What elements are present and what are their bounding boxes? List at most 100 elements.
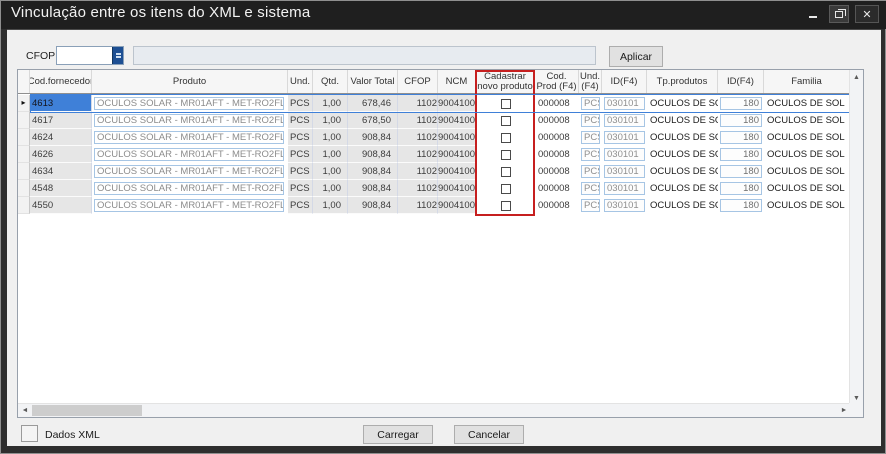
restore-button[interactable] xyxy=(829,5,849,23)
cell-qtd[interactable]: 1,00 xyxy=(313,163,348,180)
table-row[interactable]: 4548 OCULOS SOLAR - MR01AFT - MET-RO2FLA… xyxy=(18,180,850,197)
horizontal-scrollbar[interactable]: ◄ ► xyxy=(18,403,851,417)
cadastrar-checkbox[interactable] xyxy=(501,116,511,126)
cell-id-f4[interactable]: 030101 xyxy=(602,112,647,129)
cell-ncm[interactable]: 90041000 xyxy=(438,95,476,112)
cell-cod-prod-f4[interactable]: 000008 xyxy=(535,112,579,129)
table-row[interactable]: ▸ 4613 OCULOS SOLAR - MR01AFT - MET-RO2F… xyxy=(18,95,850,112)
cell-valor-total[interactable]: 908,84 xyxy=(348,197,398,214)
scroll-up-icon[interactable]: ▲ xyxy=(850,70,863,84)
cell-tp-produtos[interactable]: OCULOS DE SOL xyxy=(647,180,718,197)
cell-und[interactable]: PCS xyxy=(288,180,313,197)
cell-und[interactable]: PCS xyxy=(288,129,313,146)
cell-cod-prod-f4[interactable]: 000008 xyxy=(535,129,579,146)
cancelar-button[interactable]: Cancelar xyxy=(454,425,524,444)
cell-produto[interactable]: OCULOS SOLAR - MR01AFT - MET-RO2FLAT-BLA… xyxy=(92,95,288,112)
vertical-scrollbar[interactable]: ▲ ▼ xyxy=(849,70,863,405)
cell-cod-fornecedor[interactable]: 4613 xyxy=(30,95,92,112)
table-row[interactable]: 4617 OCULOS SOLAR - MR01AFT - MET-RO2FLA… xyxy=(18,112,850,129)
cell-qtd[interactable]: 1,00 xyxy=(313,146,348,163)
cell-cod-fornecedor[interactable]: 4548 xyxy=(30,180,92,197)
cell-familia[interactable]: OCULOS DE SOL xyxy=(764,180,850,197)
cell-und-f4[interactable]: PCS xyxy=(579,129,602,146)
cell-und-f4[interactable]: PCS xyxy=(579,146,602,163)
cell-cfop[interactable]: 1102 xyxy=(398,197,438,214)
cell-tp-produtos[interactable]: OCULOS DE SOL xyxy=(647,95,718,112)
cell-und-f4[interactable]: PCS xyxy=(579,95,602,112)
cell-produto[interactable]: OCULOS SOLAR - MR01AFT - MET-RO2FLAT-BLA… xyxy=(92,112,288,129)
cell-produto[interactable]: OCULOS SOLAR - MR01AFT - MET-RO2FLAT-BLA… xyxy=(92,163,288,180)
cell-id-f4[interactable]: 030101 xyxy=(602,163,647,180)
cell-familia[interactable]: OCULOS DE SOL xyxy=(764,112,850,129)
cell-valor-total[interactable]: 678,50 xyxy=(348,112,398,129)
cell-valor-total[interactable]: 908,84 xyxy=(348,180,398,197)
cadastrar-checkbox[interactable] xyxy=(501,99,511,109)
cell-produto[interactable]: OCULOS SOLAR - MR01AFT - MET-RO2FLAT-BLA… xyxy=(92,129,288,146)
horizontal-scroll-thumb[interactable] xyxy=(32,405,142,416)
cell-cod-prod-f4[interactable]: 000008 xyxy=(535,197,579,214)
cell-und[interactable]: PCS xyxy=(288,197,313,214)
cell-cfop[interactable]: 1102 xyxy=(398,112,438,129)
cadastrar-checkbox[interactable] xyxy=(501,184,511,194)
cell-qtd[interactable]: 1,00 xyxy=(313,129,348,146)
cell-id2-f4[interactable]: 180 xyxy=(718,146,764,163)
aplicar-button[interactable]: Aplicar xyxy=(609,46,663,67)
cell-cod-fornecedor[interactable]: 4626 xyxy=(30,146,92,163)
cell-tp-produtos[interactable]: OCULOS DE SOL xyxy=(647,129,718,146)
minimize-button[interactable] xyxy=(803,5,823,23)
cell-und[interactable]: PCS xyxy=(288,146,313,163)
cell-id2-f4[interactable]: 180 xyxy=(718,163,764,180)
cell-id2-f4[interactable]: 180 xyxy=(718,129,764,146)
cell-familia[interactable]: OCULOS DE SOL xyxy=(764,163,850,180)
cell-und-f4[interactable]: PCS xyxy=(579,180,602,197)
table-row[interactable]: 4626 OCULOS SOLAR - MR01AFT - MET-RO2FLA… xyxy=(18,146,850,163)
cell-cfop[interactable]: 1102 xyxy=(398,163,438,180)
cell-tp-produtos[interactable]: OCULOS DE SOL xyxy=(647,112,718,129)
cell-produto[interactable]: OCULOS SOLAR - MR01AFT - MET-RO2FLAT-BLA… xyxy=(92,146,288,163)
cell-cod-fornecedor[interactable]: 4624 xyxy=(30,129,92,146)
cell-ncm[interactable]: 90041000 xyxy=(438,197,476,214)
cell-und[interactable]: PCS xyxy=(288,163,313,180)
table-row[interactable]: 4634 OCULOS SOLAR - MR01AFT - MET-RO2FLA… xyxy=(18,163,850,180)
cell-id-f4[interactable]: 030101 xyxy=(602,129,647,146)
carregar-button[interactable]: Carregar xyxy=(363,425,433,444)
cell-cod-prod-f4[interactable]: 000008 xyxy=(535,163,579,180)
cell-qtd[interactable]: 1,00 xyxy=(313,112,348,129)
cell-ncm[interactable]: 90041000 xyxy=(438,129,476,146)
cell-cod-fornecedor[interactable]: 4634 xyxy=(30,163,92,180)
cell-produto[interactable]: OCULOS SOLAR - MR01AFT - MET-RO2FLAT-BLA… xyxy=(92,197,288,214)
cell-id-f4[interactable]: 030101 xyxy=(602,95,647,112)
cell-cod-prod-f4[interactable]: 000008 xyxy=(535,180,579,197)
cell-tp-produtos[interactable]: OCULOS DE SOL xyxy=(647,163,718,180)
cadastrar-checkbox[interactable] xyxy=(501,201,511,211)
cadastrar-checkbox[interactable] xyxy=(501,150,511,160)
cell-und-f4[interactable]: PCS xyxy=(579,112,602,129)
cell-id2-f4[interactable]: 180 xyxy=(718,112,764,129)
cfop-lookup-button[interactable] xyxy=(112,47,123,64)
cell-ncm[interactable]: 90041000 xyxy=(438,180,476,197)
cell-qtd[interactable]: 1,00 xyxy=(313,180,348,197)
cell-id2-f4[interactable]: 180 xyxy=(718,180,764,197)
dados-xml-checkbox[interactable] xyxy=(21,425,38,442)
cell-und-f4[interactable]: PCS xyxy=(579,163,602,180)
cfop-description-field[interactable] xyxy=(133,46,596,65)
cell-familia[interactable]: OCULOS DE SOL xyxy=(764,146,850,163)
cfop-input[interactable] xyxy=(56,46,124,65)
cadastrar-checkbox[interactable] xyxy=(501,133,511,143)
cell-und[interactable]: PCS xyxy=(288,95,313,112)
close-button[interactable]: ✕ xyxy=(855,5,879,23)
cell-und-f4[interactable]: PCS xyxy=(579,197,602,214)
cell-valor-total[interactable]: 678,46 xyxy=(348,95,398,112)
cadastrar-checkbox[interactable] xyxy=(501,167,511,177)
cell-tp-produtos[interactable]: OCULOS DE SOL xyxy=(647,146,718,163)
cell-cfop[interactable]: 1102 xyxy=(398,95,438,112)
cell-cfop[interactable]: 1102 xyxy=(398,129,438,146)
cell-und[interactable]: PCS xyxy=(288,112,313,129)
cell-familia[interactable]: OCULOS DE SOL xyxy=(764,129,850,146)
cell-valor-total[interactable]: 908,84 xyxy=(348,129,398,146)
cell-id2-f4[interactable]: 180 xyxy=(718,95,764,112)
cell-id2-f4[interactable]: 180 xyxy=(718,197,764,214)
cell-cod-fornecedor[interactable]: 4550 xyxy=(30,197,92,214)
cell-cod-prod-f4[interactable]: 000008 xyxy=(535,95,579,112)
cell-familia[interactable]: OCULOS DE SOL xyxy=(764,197,850,214)
